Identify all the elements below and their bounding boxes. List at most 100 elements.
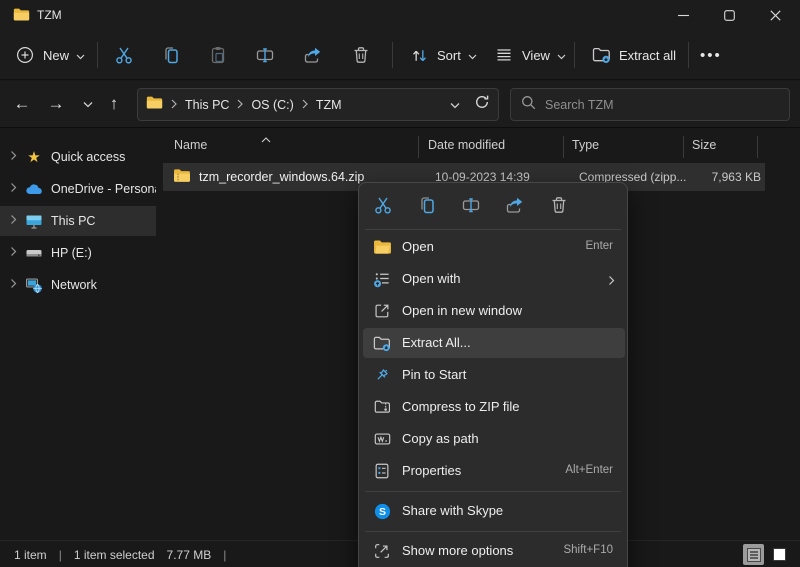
- chevron-right-icon[interactable]: [10, 150, 17, 164]
- copy-button[interactable]: [160, 30, 182, 80]
- sidebar-item-this-pc[interactable]: This PC: [0, 206, 156, 236]
- maximize-button[interactable]: [706, 0, 752, 30]
- status-divider: |: [59, 548, 62, 562]
- column-separator[interactable]: [418, 136, 419, 158]
- rename-icon[interactable]: [459, 193, 483, 217]
- menu-item-open-in-new-window[interactable]: Open in new window: [359, 295, 629, 327]
- menu-item-properties[interactable]: Properties Alt+Enter: [359, 455, 629, 487]
- monitor-icon: [25, 212, 43, 230]
- menu-item-copy-as-path[interactable]: Copy as path: [359, 423, 629, 455]
- column-header-name[interactable]: Name: [174, 138, 207, 152]
- see-more-button[interactable]: •••: [700, 30, 722, 80]
- view-button[interactable]: View: [493, 30, 566, 80]
- sidebar-item-label: Network: [51, 278, 97, 292]
- details-view-button[interactable]: [743, 544, 764, 565]
- item-count: 1 item: [14, 548, 47, 562]
- breadcrumb-os-c[interactable]: OS (C:): [251, 98, 293, 112]
- breadcrumb-tzm[interactable]: TZM: [316, 98, 342, 112]
- column-separator[interactable]: [757, 136, 758, 158]
- sidebar-item-hp-e[interactable]: HP (E:): [0, 238, 156, 268]
- menu-separator: [365, 531, 621, 532]
- svg-text:S: S: [379, 507, 386, 518]
- cut-icon: [113, 44, 135, 66]
- toolbar-separator: [688, 42, 689, 68]
- paste-button[interactable]: [207, 30, 229, 80]
- sort-icon: [408, 44, 430, 66]
- column-header-date-modified[interactable]: Date modified: [428, 138, 505, 152]
- menu-item-open-with[interactable]: Open with: [359, 263, 629, 295]
- ellipsis-icon: •••: [700, 47, 722, 64]
- menu-item-label: Show more options: [402, 543, 513, 558]
- view-button-label: View: [522, 48, 550, 63]
- column-header-type[interactable]: Type: [572, 138, 599, 152]
- minimize-button[interactable]: [660, 0, 706, 30]
- sidebar-item-quick-access[interactable]: ★ Quick access: [0, 142, 156, 172]
- toolbar-separator: [574, 42, 575, 68]
- sort-button[interactable]: Sort: [408, 30, 477, 80]
- menu-item-share-with-skype[interactable]: S Share with Skype: [359, 495, 629, 527]
- breadcrumb-this-pc[interactable]: This PC: [185, 98, 229, 112]
- column-separator[interactable]: [563, 136, 564, 158]
- hard-drive-icon: [25, 244, 43, 262]
- menu-item-shortcut: Enter: [586, 240, 614, 252]
- cut-button[interactable]: [113, 30, 135, 80]
- address-bar[interactable]: This PC OS (C:) TZM: [137, 88, 499, 121]
- search-icon: [521, 95, 536, 115]
- file-size-cell: 7,963 KB: [623, 170, 761, 184]
- menu-item-label: Properties: [402, 463, 461, 478]
- menu-item-shortcut: Shift+F10: [563, 544, 613, 556]
- new-button[interactable]: New: [14, 30, 85, 80]
- recent-locations-button[interactable]: [74, 90, 102, 118]
- extract-all-icon: [372, 333, 392, 353]
- rename-button[interactable]: [254, 30, 276, 80]
- thumbnail-view-button[interactable]: [769, 544, 790, 565]
- toolbar-separator: [97, 42, 98, 68]
- column-separator[interactable]: [683, 136, 684, 158]
- context-menu-quick-actions: [359, 183, 627, 227]
- column-header-size[interactable]: Size: [692, 138, 716, 152]
- search-input[interactable]: [545, 98, 755, 112]
- chevron-right-icon[interactable]: [10, 246, 17, 260]
- chevron-right-icon[interactable]: [10, 278, 17, 292]
- back-button[interactable]: ←: [8, 90, 36, 118]
- context-menu: Open Enter Open with Open in new window …: [358, 182, 628, 567]
- address-dropdown-chevron-icon[interactable]: [450, 96, 460, 114]
- up-button[interactable]: ↑: [100, 90, 128, 118]
- menu-item-pin-to-start[interactable]: Pin to Start: [359, 359, 629, 391]
- chevron-down-icon: [557, 48, 566, 63]
- thumbnail-view-icon: [773, 548, 786, 561]
- show-more-options-icon: [372, 541, 392, 561]
- menu-item-open[interactable]: Open Enter: [359, 231, 629, 263]
- rename-icon: [254, 44, 276, 66]
- chevron-right-icon[interactable]: [10, 214, 17, 228]
- network-icon: [25, 276, 43, 294]
- sidebar-item-label: Quick access: [51, 150, 125, 164]
- extract-all-button[interactable]: Extract all: [590, 30, 676, 80]
- sort-ascending-icon: [261, 130, 271, 148]
- menu-item-show-more-options[interactable]: Show more options Shift+F10: [359, 535, 629, 567]
- share-button[interactable]: [302, 30, 324, 80]
- refresh-icon[interactable]: [474, 94, 490, 115]
- forward-button[interactable]: →: [42, 90, 70, 118]
- trash-icon[interactable]: [547, 193, 571, 217]
- sidebar-item-onedrive[interactable]: OneDrive - Persona: [0, 174, 156, 204]
- sidebar-item-network[interactable]: Network: [0, 270, 156, 300]
- sidebar-item-label: This PC: [51, 214, 95, 228]
- chevron-right-icon[interactable]: [10, 182, 17, 196]
- menu-item-compress-to-zip[interactable]: Compress to ZIP file: [359, 391, 629, 423]
- search-box[interactable]: [510, 88, 790, 121]
- cut-icon[interactable]: [371, 193, 395, 217]
- menu-item-extract-all[interactable]: Extract All...: [359, 327, 629, 359]
- trash-icon: [350, 44, 372, 66]
- sidebar-item-label: OneDrive - Persona: [51, 182, 156, 196]
- title-bar: TZM: [0, 0, 800, 30]
- file-name-text: tzm_recorder_windows.64.zip: [199, 170, 364, 184]
- delete-button[interactable]: [350, 30, 372, 80]
- extract-all-icon: [590, 44, 612, 66]
- share-icon[interactable]: [503, 193, 527, 217]
- close-button[interactable]: [752, 0, 798, 30]
- copy-icon[interactable]: [415, 193, 439, 217]
- toolbar-separator: [392, 42, 393, 68]
- menu-item-label: Copy as path: [402, 431, 479, 446]
- selection-count: 1 item selected: [74, 548, 155, 562]
